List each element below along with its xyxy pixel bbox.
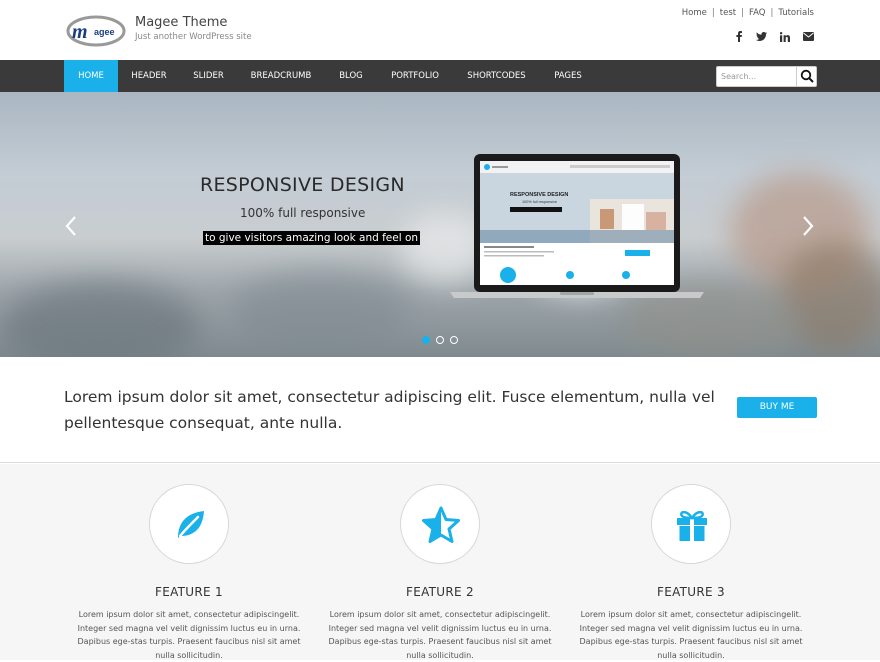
twitter-icon[interactable] — [756, 32, 767, 41]
facebook-icon[interactable] — [735, 31, 743, 42]
search-placeholder: Search... — [721, 72, 757, 81]
feature-description: Lorem ipsum dolor sit amet, consectetur … — [77, 610, 301, 660]
laptop-image: RESPONSIVE DESIGN 100% full responsive — [450, 154, 704, 298]
hero-bg-building — [230, 272, 410, 352]
nav-item-pages[interactable]: PAGES — [540, 60, 596, 92]
nav-item-breadcrumb[interactable]: BREADCRUMB — [237, 60, 325, 92]
feature-item: FEATURE 1 Lorem ipsum dolor sit amet, co… — [74, 484, 304, 662]
separator: | — [741, 8, 744, 18]
nav-item-home[interactable]: HOME — [64, 60, 118, 92]
hero-slider — [0, 92, 880, 357]
top-link-home[interactable]: Home — [682, 8, 707, 18]
main-navigation: HOME HEADER SLIDER BREADCRUMB BLOG PORTF… — [0, 60, 880, 92]
social-icons — [735, 31, 814, 42]
nav-item-shortcodes[interactable]: SHORTCODES — [453, 60, 540, 92]
feature-item: FEATURE 3 Lorem ipsum dolor sit amet, co… — [576, 484, 806, 662]
feature-item: FEATURE 2 Lorem ipsum dolor sit amet, co… — [325, 484, 555, 662]
linkedin-icon[interactable] — [780, 31, 790, 42]
cta-text: Lorem ipsum dolor sit amet, consectetur … — [64, 388, 715, 432]
feature-icon-circle — [149, 484, 229, 564]
top-links: Home | test | FAQ | Tutorials — [682, 8, 814, 18]
svg-text:RESPONSIVE DESIGN: RESPONSIVE DESIGN — [510, 192, 568, 198]
feature-title: FEATURE 2 — [406, 585, 474, 599]
slider-next-arrow[interactable] — [801, 214, 815, 238]
search-input[interactable]: Search... — [716, 66, 817, 87]
svg-text:agee: agee — [94, 27, 115, 37]
feature-description: Lorem ipsum dolor sit amet, consectetur … — [579, 610, 803, 660]
site-header: m agee Magee Theme Just another WordPres… — [0, 0, 880, 60]
top-link-faq[interactable]: FAQ — [749, 8, 765, 18]
feature-icon-circle — [651, 484, 731, 564]
nav-item-header[interactable]: HEADER — [118, 60, 180, 92]
star-icon — [422, 506, 460, 543]
slider-pagination — [422, 336, 458, 344]
top-link-test[interactable]: test — [720, 8, 736, 18]
envelope-icon[interactable] — [803, 32, 814, 41]
gift-icon — [677, 510, 707, 541]
search-button[interactable] — [796, 67, 816, 86]
slider-prev-arrow[interactable] — [64, 214, 78, 238]
feature-icon-circle — [400, 484, 480, 564]
hero-subheading: 100% full responsive — [240, 206, 366, 220]
top-link-tutorials[interactable]: Tutorials — [778, 8, 814, 18]
feature-title: FEATURE 1 — [155, 585, 223, 599]
hero-heading: RESPONSIVE DESIGN — [200, 174, 405, 196]
feature-description: Lorem ipsum dolor sit amet, consectetur … — [328, 610, 552, 660]
search-icon — [800, 69, 814, 83]
svg-text:100% full responsive: 100% full responsive — [522, 200, 557, 204]
separator: | — [711, 8, 715, 18]
nav-item-portfolio[interactable]: PORTFOLIO — [377, 60, 453, 92]
hero-bg-building — [0, 282, 200, 357]
site-tagline: Just another WordPress site — [135, 32, 252, 42]
slider-dot[interactable] — [422, 336, 430, 344]
separator: | — [770, 8, 774, 18]
buy-me-button[interactable]: BUY ME — [737, 397, 817, 418]
slider-dot[interactable] — [436, 336, 444, 344]
feature-title: FEATURE 3 — [657, 585, 725, 599]
slider-dot[interactable] — [450, 336, 458, 344]
magee-logo[interactable]: m agee — [66, 14, 128, 48]
leaf-icon — [178, 511, 204, 538]
nav-item-slider[interactable]: SLIDER — [180, 60, 237, 92]
svg-text:m: m — [72, 21, 88, 43]
nav-item-blog[interactable]: BLOG — [325, 60, 377, 92]
site-title[interactable]: Magee Theme — [135, 15, 227, 30]
hero-tagline: to give visitors amazing look and feel o… — [203, 231, 421, 245]
hero-bg-building — [780, 242, 880, 352]
